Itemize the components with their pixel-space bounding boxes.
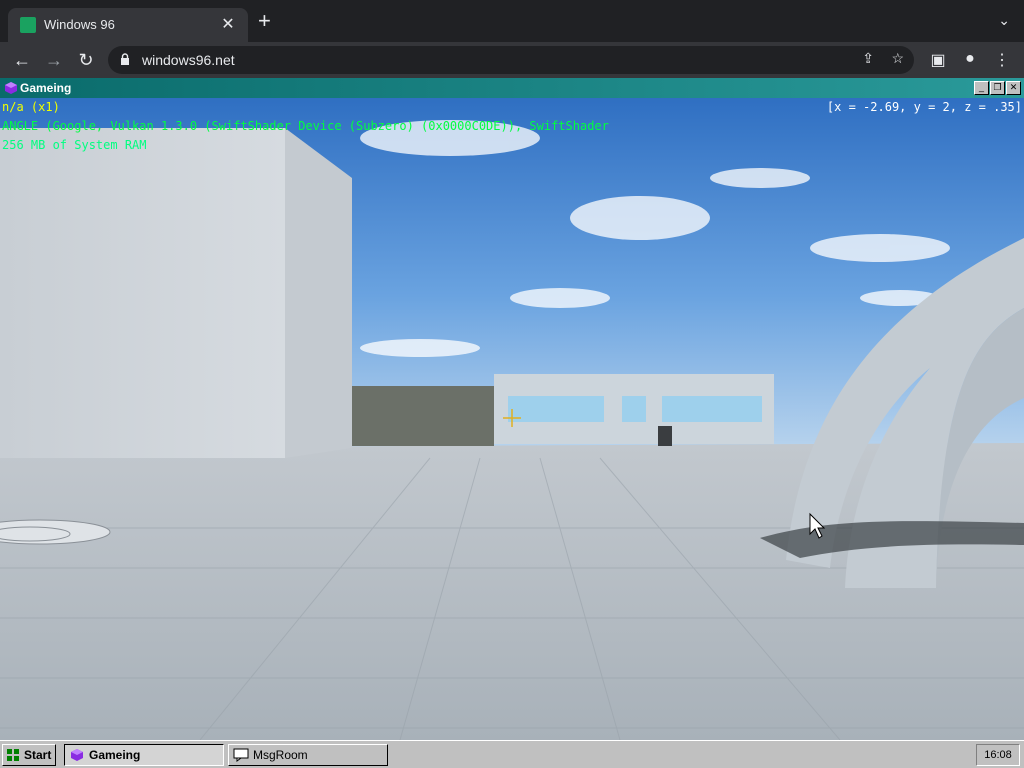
share-icon[interactable]: ⇪: [862, 50, 874, 67]
taskbar: Start Gameing MsgRoom 16:08: [0, 740, 1024, 768]
windows96-favicon-icon: [20, 17, 36, 33]
window-title: Gameing: [20, 81, 72, 95]
tab-close-icon[interactable]: ✕: [218, 14, 238, 34]
bookmark-star-icon[interactable]: ☆: [891, 50, 904, 67]
hud-fps: n/a (x1): [2, 100, 60, 114]
tab-title: Windows 96: [44, 17, 115, 32]
3d-scene: [0, 98, 1024, 740]
close-button[interactable]: ✕: [1006, 81, 1021, 95]
start-button[interactable]: Start: [2, 744, 56, 766]
taskbar-item-label: MsgRoom: [253, 748, 308, 762]
purple-cube-icon: [5, 82, 17, 94]
game-viewport[interactable]: n/a (x1) ANGLE (Google, Vulkan 1.3.0 (Sw…: [0, 98, 1024, 740]
back-button[interactable]: ←: [10, 48, 34, 72]
new-tab-button[interactable]: +: [258, 10, 271, 32]
browser-tab-strip: Windows 96 ✕ + ⌄: [0, 0, 1024, 42]
browser-menu-icon[interactable]: ⋮: [992, 50, 1012, 70]
forward-button[interactable]: →: [42, 48, 66, 72]
side-panel-icon[interactable]: ▣: [928, 50, 948, 70]
start-label: Start: [24, 748, 52, 762]
url-text: windows96.net: [142, 52, 235, 68]
restore-button[interactable]: ❐: [990, 81, 1005, 95]
gameing-window: Gameing _ ❐ ✕ n/a (x1) ANGLE (Google, Vu…: [0, 78, 1024, 740]
hud-renderer-info: ANGLE (Google, Vulkan 1.3.0 (SwiftShader…: [2, 119, 609, 133]
reload-button[interactable]: ↻: [74, 48, 98, 72]
tab-search-chevron-icon[interactable]: ⌄: [998, 12, 1010, 29]
taskbar-item-msgroom[interactable]: MsgRoom: [228, 744, 388, 766]
profile-avatar-icon[interactable]: ●: [960, 50, 980, 68]
lock-icon: [121, 53, 129, 65]
hud-ram-info: 256 MB of System RAM: [2, 138, 147, 152]
taskbar-item-gameing[interactable]: Gameing: [64, 744, 224, 766]
purple-cube-icon: [71, 749, 83, 761]
taskbar-item-label: Gameing: [89, 748, 141, 762]
system-clock: 16:08: [976, 744, 1020, 766]
window-title-bar[interactable]: Gameing _ ❐ ✕: [0, 78, 1024, 98]
browser-tab[interactable]: Windows 96 ✕: [8, 8, 248, 42]
windows-logo-icon: [7, 749, 19, 761]
chat-bubble-icon: [233, 748, 249, 762]
address-bar[interactable]: windows96.net ⇪ ☆: [108, 46, 914, 74]
browser-toolbar: ← → ↻ windows96.net ⇪ ☆ ▣ ● ⋮: [0, 42, 1024, 78]
minimize-button[interactable]: _: [974, 81, 989, 95]
hud-coordinates: [x = -2.69, y = 2, z = .35]: [826, 100, 1022, 114]
